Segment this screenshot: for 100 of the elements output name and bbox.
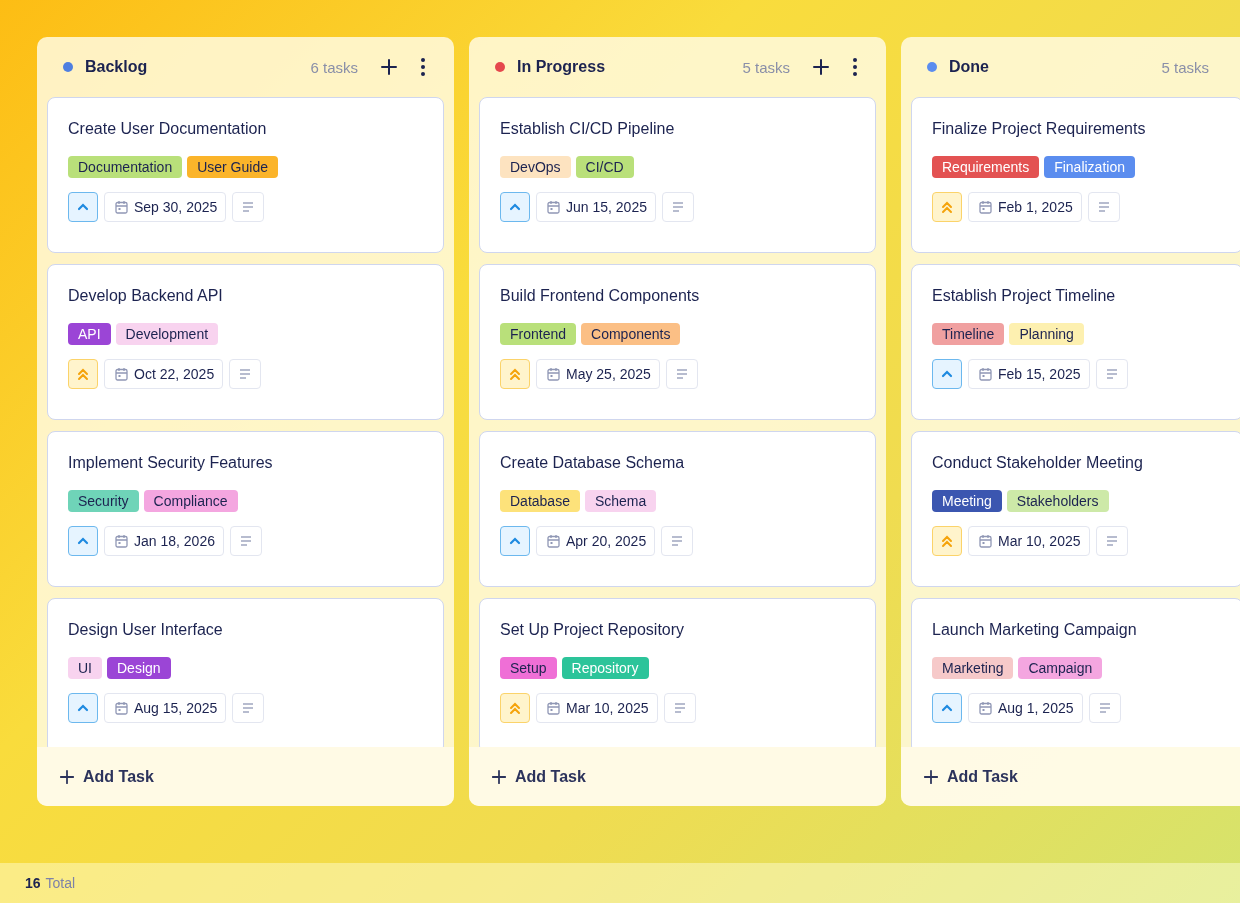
priority-button[interactable]: [500, 359, 530, 389]
task-card[interactable]: Conduct Stakeholder Meeting Meeting Stakeholders Mar 10, 2025: [911, 431, 1240, 587]
tag: Finalization: [1044, 156, 1135, 178]
double-chevron-up-icon: [77, 367, 89, 381]
notes-button[interactable]: [1088, 693, 1121, 723]
notes-button[interactable]: [661, 526, 694, 556]
task-card[interactable]: Create User Documentation Documentation User Guide Sep 30, 2025: [47, 97, 444, 253]
priority-button[interactable]: [68, 359, 98, 389]
due-date[interactable]: Feb 15, 2025: [968, 359, 1090, 389]
chevron-up-icon: [77, 704, 89, 712]
priority-button[interactable]: [932, 526, 962, 556]
plus-icon: [380, 58, 398, 76]
task-title: Create User Documentation: [68, 120, 268, 138]
tag: Schema: [584, 490, 657, 512]
notes-button[interactable]: [229, 526, 262, 556]
notes-button[interactable]: [1095, 526, 1128, 556]
add-task-button[interactable]: Add Task: [923, 767, 1018, 786]
lines-icon: [239, 536, 252, 546]
lines-icon: [242, 703, 255, 713]
lines-icon: [675, 369, 688, 379]
double-chevron-up-icon: [941, 200, 953, 214]
plus-icon: [923, 768, 939, 785]
task-card[interactable]: Design User Interface UI Design Aug 15, 2025: [47, 598, 444, 747]
task-count: 6 tasks: [310, 58, 358, 76]
priority-button[interactable]: [500, 526, 530, 556]
due-date[interactable]: Aug 15, 2025: [104, 693, 227, 723]
calendar-icon: [547, 701, 560, 715]
task-title: Create Database Schema: [500, 454, 686, 472]
task-card[interactable]: Implement Security Features Security Compliance Jan 18, 2026: [47, 431, 444, 587]
task-title: Establish Project Timeline: [932, 287, 1117, 305]
calendar-icon: [547, 367, 560, 381]
plus-icon: [491, 768, 507, 785]
notes-button[interactable]: [1087, 192, 1120, 222]
lines-icon: [673, 703, 686, 713]
due-date[interactable]: Jan 18, 2026: [104, 526, 224, 556]
add-task-button[interactable]: Add Task: [59, 767, 154, 786]
task-title: Implement Security Features: [68, 454, 274, 472]
task-card[interactable]: Establish CI/CD Pipeline DevOps CI/CD Jun 15, 2025: [479, 97, 876, 253]
tag: Stakeholders: [1006, 490, 1109, 512]
notes-button[interactable]: [232, 192, 265, 222]
plus-icon: [59, 768, 75, 785]
priority-button[interactable]: [500, 693, 530, 723]
task-title: Finalize Project Requirements: [932, 120, 1147, 138]
task-title: Build Frontend Components: [500, 287, 701, 305]
due-date[interactable]: Jun 15, 2025: [536, 192, 656, 222]
add-task-button[interactable]: Add Task: [491, 767, 586, 786]
notes-button[interactable]: [229, 359, 262, 389]
calendar-icon: [547, 200, 560, 214]
add-button[interactable]: [378, 56, 400, 78]
task-card[interactable]: Establish Project Timeline Timeline Planning Feb 15, 2025: [911, 264, 1240, 420]
tag: Compliance: [143, 490, 238, 512]
tag: Components: [581, 323, 681, 345]
due-date[interactable]: Oct 22, 2025: [104, 359, 224, 389]
task-card[interactable]: Finalize Project Requirements Requirements Finalization Feb 1, 2025: [911, 97, 1240, 253]
due-date[interactable]: Mar 10, 2025: [968, 526, 1090, 556]
priority-button[interactable]: [68, 526, 98, 556]
chevron-up-icon: [77, 203, 89, 211]
due-date[interactable]: Aug 1, 2025: [968, 693, 1083, 723]
tag: Frontend: [500, 323, 577, 345]
due-date[interactable]: Sep 30, 2025: [104, 192, 227, 222]
double-chevron-up-icon: [941, 534, 953, 548]
notes-button[interactable]: [665, 359, 698, 389]
priority-button[interactable]: [932, 192, 962, 222]
due-date[interactable]: Feb 1, 2025: [968, 192, 1082, 222]
tag: Meeting: [932, 490, 1002, 512]
tag: User Guide: [187, 156, 278, 178]
priority-button[interactable]: [68, 192, 98, 222]
tag: Design: [107, 657, 171, 679]
due-date[interactable]: Mar 10, 2025: [536, 693, 658, 723]
chevron-up-icon: [509, 203, 521, 211]
task-card[interactable]: Build Frontend Components Frontend Components May 25, 2025: [479, 264, 876, 420]
tag: API: [68, 323, 111, 345]
task-card[interactable]: Create Database Schema Database Schema Apr 20, 2025: [479, 431, 876, 587]
priority-button[interactable]: [932, 693, 962, 723]
chevron-up-icon: [77, 537, 89, 545]
notes-button[interactable]: [1095, 359, 1128, 389]
total-count: 16: [25, 875, 41, 891]
double-chevron-up-icon: [509, 701, 521, 715]
tag: CI/CD: [575, 156, 634, 178]
tag: Requirements: [932, 156, 1040, 178]
calendar-icon: [115, 701, 128, 715]
add-button[interactable]: [810, 56, 832, 78]
priority-button[interactable]: [932, 359, 962, 389]
task-card[interactable]: Launch Marketing Campaign Marketing Campaign Aug 1, 2025: [911, 598, 1240, 747]
lines-icon: [1098, 703, 1111, 713]
task-card[interactable]: Develop Backend API API Development Oct 22, 2025: [47, 264, 444, 420]
tag: Database: [500, 490, 580, 512]
priority-button[interactable]: [500, 192, 530, 222]
notes-button[interactable]: [232, 693, 265, 723]
due-date[interactable]: Apr 20, 2025: [536, 526, 656, 556]
tag: Development: [115, 323, 219, 345]
due-date[interactable]: May 25, 2025: [536, 359, 660, 389]
notes-button[interactable]: [661, 192, 694, 222]
lines-icon: [239, 369, 252, 379]
column-title: Done: [949, 58, 990, 76]
priority-button[interactable]: [68, 693, 98, 723]
task-card[interactable]: Set Up Project Repository Setup Repository Mar 10, 2025: [479, 598, 876, 747]
lines-icon: [1105, 369, 1118, 379]
calendar-icon: [115, 367, 128, 381]
notes-button[interactable]: [663, 693, 696, 723]
